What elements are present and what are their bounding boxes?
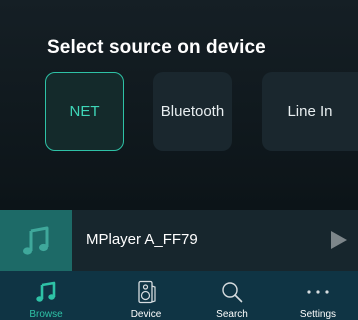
tab-label: Browse <box>29 309 63 320</box>
source-label: Bluetooth <box>160 103 225 120</box>
tab-settings[interactable]: Settings <box>282 271 354 320</box>
music-note-icon <box>36 281 56 302</box>
source-button-bluetooth[interactable]: Bluetooth <box>153 72 232 151</box>
source-button-line-in[interactable]: Line In <box>262 72 358 151</box>
now-playing-bar[interactable]: MPlayer A_FF79 <box>0 210 358 271</box>
tab-search[interactable]: Search <box>196 271 268 320</box>
source-label: Line In <box>287 103 333 120</box>
play-icon <box>331 231 347 249</box>
album-art <box>0 210 72 271</box>
source-panel: Select source on device NET Bluetooth Li… <box>0 0 358 210</box>
tab-label: Search <box>216 309 248 320</box>
search-icon <box>222 281 243 302</box>
tab-label: Device <box>130 309 162 320</box>
tab-browse[interactable]: Browse <box>10 271 82 320</box>
panel-title: Select source on device <box>47 37 266 58</box>
play-button[interactable] <box>329 230 349 250</box>
now-playing-title: MPlayer A_FF79 <box>86 231 198 248</box>
source-label: NET <box>69 103 100 120</box>
more-dots-icon <box>307 289 329 294</box>
tab-device[interactable]: Device <box>110 271 182 320</box>
source-button-net[interactable]: NET <box>45 72 124 151</box>
bottom-tab-bar: Browse Device Search Settings <box>0 271 358 320</box>
music-note-icon <box>23 226 49 255</box>
tab-label: Settings <box>299 309 337 320</box>
speaker-icon <box>138 280 156 303</box>
